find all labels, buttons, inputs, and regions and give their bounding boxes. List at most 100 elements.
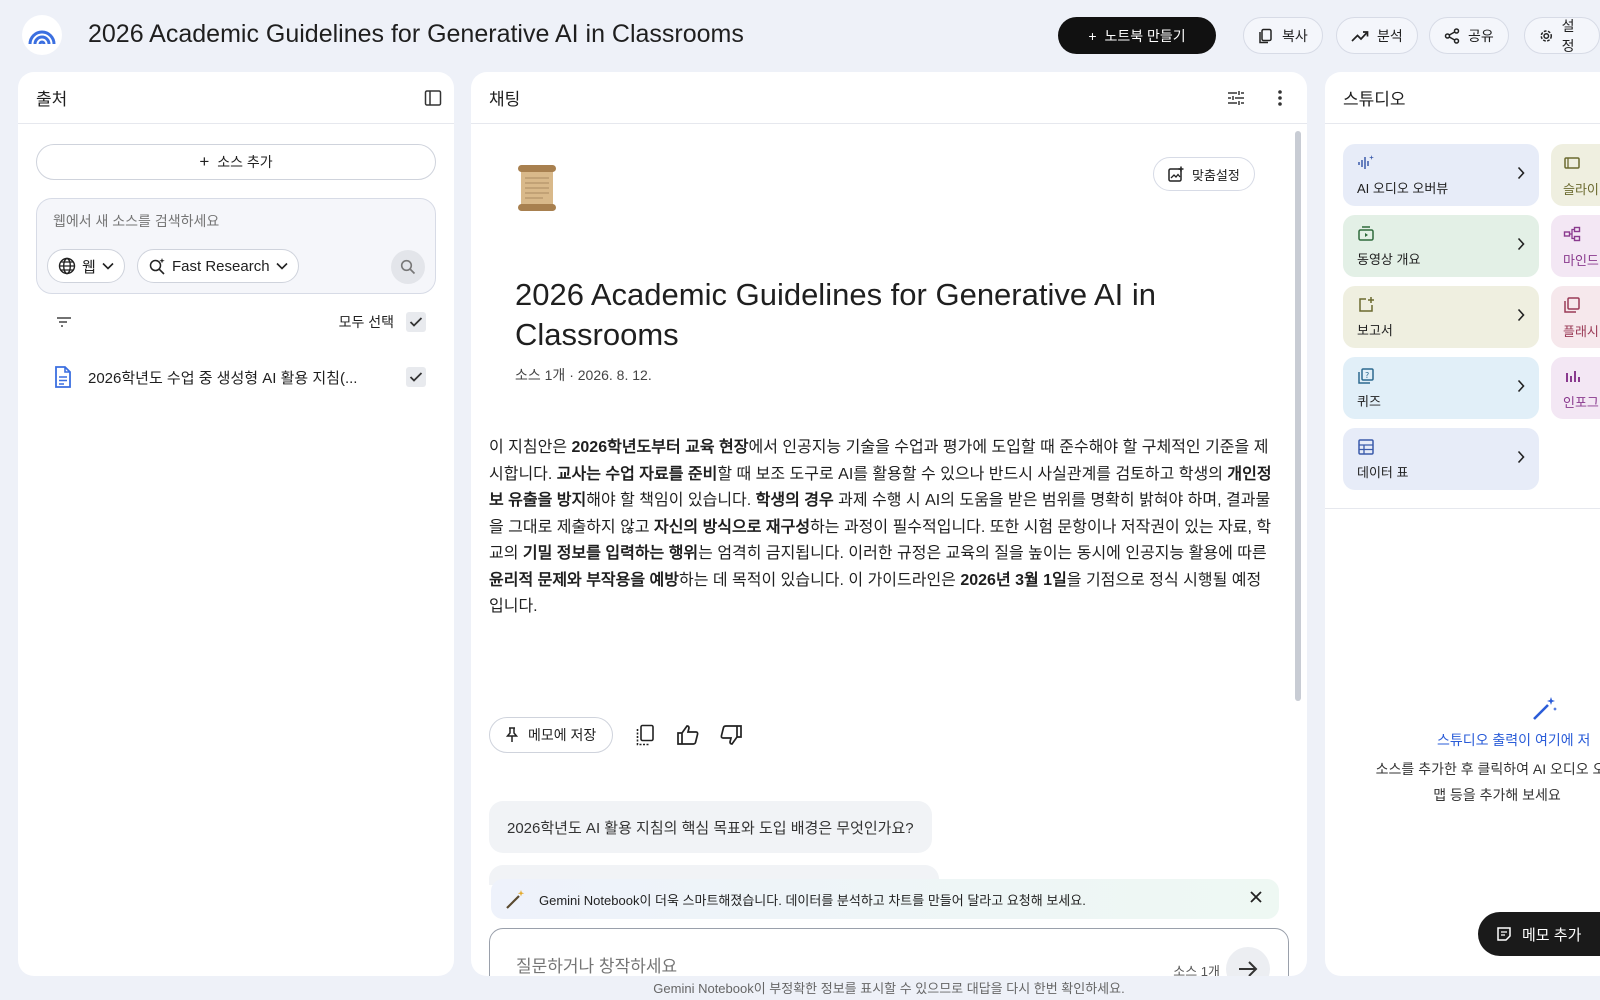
save-to-memo-button[interactable]: 메모에 저장 [489, 717, 614, 753]
chevron-right-icon [1517, 379, 1525, 393]
magic-wand-icon [1533, 697, 1557, 720]
add-memo-label: 메모 추가 [1522, 926, 1582, 944]
research-mode-chip[interactable]: Fast Research [137, 249, 299, 283]
source-item[interactable]: 2026학년도 수업 중 생성형 AI 활용 지침(... [36, 357, 436, 397]
trending-up-icon [1351, 30, 1369, 42]
more-vert-icon[interactable] [1277, 88, 1283, 108]
chat-body: 맞춤설정 2026 Academic Guidelines for Genera… [471, 125, 1307, 976]
sparkle-search-icon [149, 258, 165, 275]
studio-empty-line-2: 맵 등을 추가해 보세요 [1433, 787, 1561, 803]
copy-button[interactable]: 복사 [1243, 17, 1323, 54]
document-title: 2026 Academic Guidelines for Generative … [515, 277, 1157, 352]
settings-button[interactable]: 설정 [1524, 17, 1600, 54]
arrow-right-icon [1239, 961, 1258, 976]
copy-label: 복사 [1282, 27, 1308, 44]
tile-report[interactable]: 보고서 [1343, 286, 1539, 348]
tile-mindmap[interactable]: 마인드 [1551, 215, 1600, 277]
chat-input[interactable] [516, 957, 1116, 976]
close-icon[interactable] [1249, 890, 1263, 904]
summary-segment: 학생의 경우 [755, 492, 834, 509]
tile-audio-overview[interactable]: AI 오디오 오버뷰 [1343, 144, 1539, 206]
tile-data-table[interactable]: 데이터 표 [1343, 428, 1539, 490]
customize-button[interactable]: 맞춤설정 [1153, 157, 1255, 191]
notebook-title[interactable]: 2026 Academic Guidelines for Generative … [88, 20, 744, 49]
create-notebook-label: 노트북 만들기 [1104, 27, 1186, 44]
tile-quiz-label: 퀴즈 [1357, 394, 1381, 409]
collapse-panel-icon[interactable] [424, 89, 442, 107]
add-source-button[interactable]: + 소스 추가 [36, 144, 436, 180]
studio-header: 스튜디오 [1325, 72, 1600, 124]
chat-panel: 채팅 맞춤설정 2026 Academic Guidelines for Gen… [471, 72, 1307, 976]
tile-infographic-label: 인포그 [1563, 395, 1599, 410]
thumbs-down-icon [720, 725, 742, 745]
video-icon [1358, 226, 1374, 241]
share-label: 공유 [1468, 27, 1494, 44]
chat-composer: 소스 1개 [489, 928, 1289, 976]
filter-icon[interactable] [56, 316, 72, 328]
add-memo-button[interactable]: 메모 추가 [1478, 912, 1600, 956]
summary-segment: 해야 할 책임이 있습니다. [586, 492, 756, 509]
feature-banner: Gemini Notebook이 더욱 스마트해졌습니다. 데이터를 분석하고 … [491, 879, 1279, 919]
studio-title: 스튜디오 [1343, 90, 1406, 109]
select-all-row: 모두 선택 [36, 302, 436, 342]
magic-wand-icon [506, 890, 525, 909]
studio-empty-line-1: 소스를 추가한 후 클릭하여 AI 오디오 오버 [1375, 761, 1600, 777]
summary-segment: 는 엄격히 금지됩니다. 이러한 규정은 교육의 질을 높이는 동시에 인공지능… [698, 545, 1267, 562]
chat-scrollbar[interactable] [1295, 131, 1301, 701]
summary-segment: 2026학년도부터 교육 현장 [571, 439, 749, 456]
svg-text:?: ? [1365, 371, 1369, 380]
tile-video-overview[interactable]: 동영상 개요 [1343, 215, 1539, 277]
thumbs-down-button[interactable] [717, 721, 745, 749]
tile-flashcards-label: 플래시 [1563, 324, 1599, 339]
chat-header: 채팅 [471, 72, 1307, 124]
pin-icon [506, 727, 518, 742]
report-icon [1359, 297, 1374, 312]
research-mode-label: Fast Research [172, 257, 270, 275]
chevron-right-icon [1517, 450, 1525, 464]
chevron-down-icon [102, 262, 114, 270]
suggested-question[interactable]: 2026학년도 AI 활용 지침의 핵심 목표와 도입 배경은 무엇인가요? [489, 801, 932, 853]
save-to-memo-label: 메모에 저장 [528, 727, 597, 743]
thumbs-up-button[interactable] [674, 721, 702, 749]
check-icon [409, 317, 423, 327]
search-submit-button[interactable] [391, 250, 425, 284]
studio-divider [1325, 508, 1600, 509]
share-button[interactable]: 공유 [1429, 17, 1509, 54]
tile-video-overview-label: 동영상 개요 [1357, 252, 1421, 267]
flashcards-icon [1564, 297, 1580, 313]
source-item-checkbox[interactable] [406, 367, 426, 387]
summary-segment: 기밀 정보를 입력하는 행위 [522, 545, 699, 562]
app-logo[interactable] [22, 15, 62, 55]
tile-slides-label: 슬라이 [1563, 182, 1599, 197]
tile-slides[interactable]: 슬라이 [1551, 144, 1600, 206]
tune-icon[interactable] [1227, 89, 1245, 107]
bar-chart-icon [1566, 371, 1580, 382]
summary-segment: 2026년 3월 1일 [960, 571, 1067, 589]
tile-quiz[interactable]: ? 퀴즈 [1343, 357, 1539, 419]
summary-segment: 자신의 방식으로 재구성 [653, 518, 811, 536]
tile-infographic[interactable]: 인포그 [1551, 357, 1600, 419]
create-notebook-button[interactable]: + 노트북 만들기 [1058, 17, 1216, 54]
share-icon [1444, 27, 1460, 44]
tile-flashcards[interactable]: 플래시 [1551, 286, 1600, 348]
plus-icon: + [1088, 27, 1097, 44]
web-chip[interactable]: 웹 [47, 249, 125, 283]
document-meta: 소스 1개 · 2026. 8. 12. [515, 367, 652, 383]
tile-report-label: 보고서 [1357, 323, 1393, 338]
customize-label: 맞춤설정 [1192, 167, 1240, 183]
studio-empty-description: 소스를 추가한 후 클릭하여 AI 오디오 오버 맵 등을 추가해 보세요 [1347, 756, 1600, 808]
audio-wave-icon [1358, 155, 1374, 169]
scroll-emoji-icon [518, 165, 556, 211]
slides-icon [1564, 157, 1580, 169]
quiz-icon: ? [1358, 368, 1374, 384]
select-all-checkbox[interactable] [406, 312, 426, 332]
copy-response-button[interactable] [631, 721, 659, 749]
analyze-button[interactable]: 분석 [1336, 17, 1418, 54]
add-source-label: 소스 추가 [217, 154, 273, 170]
web-search-input[interactable] [53, 213, 413, 229]
thumbs-up-icon [677, 725, 699, 745]
globe-icon [58, 257, 76, 275]
source-count: 소스 1개 [1173, 964, 1220, 976]
disclaimer-text: Gemini Notebook이 부정확한 정보를 표시할 수 있으므로 대답을… [653, 981, 1125, 996]
send-button[interactable] [1226, 947, 1270, 976]
